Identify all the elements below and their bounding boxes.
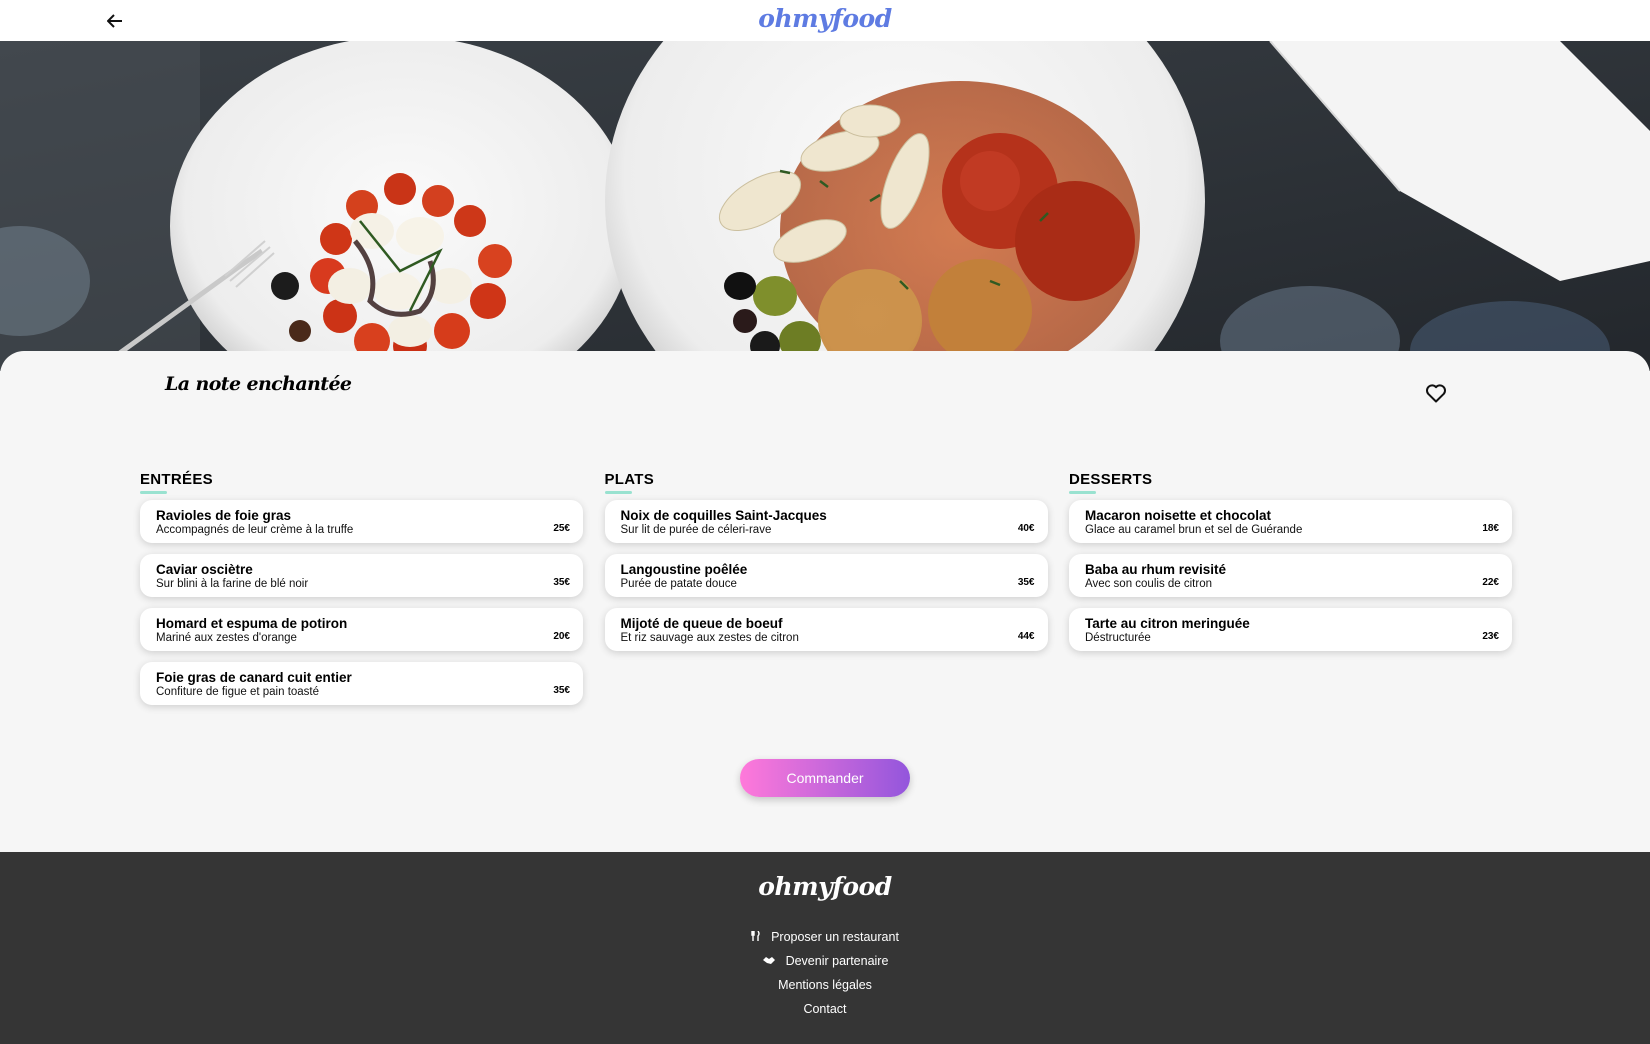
dish-price: 35€ xyxy=(553,685,570,696)
dish-price: 35€ xyxy=(553,577,570,588)
dish-name: Caviar osciètre xyxy=(156,562,253,577)
footer-link-label: Devenir partenaire xyxy=(785,954,889,968)
dish-description: Glace au caramel brun et sel de Guérande xyxy=(1085,524,1303,536)
dish-description: Avec son coulis de citron xyxy=(1085,578,1212,590)
dish-description: Confiture de figue et pain toasté xyxy=(156,686,320,698)
footer-link-label: Mentions légales xyxy=(778,978,872,992)
dish-name: Foie gras de canard cuit entier xyxy=(156,670,352,685)
dish-description: Et riz sauvage aux zestes de citron xyxy=(620,632,799,644)
dish-card[interactable]: Tarte au citron meringuée Déstructurée 2… xyxy=(1069,608,1512,651)
footer-link-contact[interactable]: Contact xyxy=(0,997,1650,1021)
dish-price: 23€ xyxy=(1482,631,1499,642)
dish-name: Baba au rhum revisité xyxy=(1085,562,1227,577)
footer-links: Proposer un restaurant Devenir partenair… xyxy=(0,925,1650,1021)
menu-column-plats: PLATS Noix de coquilles Saint-Jacques Su… xyxy=(604,471,1048,716)
handshake-icon xyxy=(762,955,776,968)
dish-name: Homard et espuma de potiron xyxy=(156,616,348,631)
dish-name: Ravioles de foie gras xyxy=(156,508,292,523)
dish-card[interactable]: Langoustine poêlée Purée de patate douce… xyxy=(604,554,1048,597)
restaurant-menu-section: La note enchantée ENTRÉES Ravioles de fo… xyxy=(0,351,1650,853)
dish-card[interactable]: Baba au rhum revisité Avec son coulis de… xyxy=(1069,554,1512,597)
logo[interactable]: ohmyfood xyxy=(0,4,1650,33)
footer: ohmyfood Proposer un restaurant Devenir … xyxy=(0,852,1650,1044)
dish-name: Noix de coquilles Saint-Jacques xyxy=(620,508,827,523)
utensils-icon xyxy=(751,930,761,944)
dish-card[interactable]: Foie gras de canard cuit entier Confitur… xyxy=(140,662,583,705)
dish-card[interactable]: Noix de coquilles Saint-Jacques Sur lit … xyxy=(604,500,1048,543)
footer-link-legal[interactable]: Mentions légales xyxy=(0,973,1650,997)
dish-name: Langoustine poêlée xyxy=(620,562,748,577)
dish-name: Mijoté de queue de boeuf xyxy=(620,616,783,631)
footer-link-become-partner[interactable]: Devenir partenaire xyxy=(0,949,1650,973)
dish-card[interactable]: Homard et espuma de potiron Mariné aux z… xyxy=(140,608,583,651)
dish-description: Sur lit de purée de céleri-rave xyxy=(620,524,772,536)
dish-description: Déstructurée xyxy=(1085,632,1151,644)
heart-outline-icon xyxy=(1426,384,1446,403)
dish-name: Tarte au citron meringuée xyxy=(1085,616,1250,631)
dish-description: Purée de patate douce xyxy=(620,578,737,590)
dish-description: Accompagnés de leur crème à la truffe xyxy=(156,524,354,536)
dish-description: Sur blini à la farine de blé noir xyxy=(156,578,309,590)
section-title-plats: PLATS xyxy=(604,471,1048,494)
dish-price: 40€ xyxy=(1017,523,1035,534)
section-title-desserts: DESSERTS xyxy=(1069,471,1512,494)
dish-card[interactable]: Ravioles de foie gras Accompagnés de leu… xyxy=(140,500,583,543)
favorite-button[interactable] xyxy=(1424,381,1448,405)
dish-card[interactable]: Caviar osciètre Sur blini à la farine de… xyxy=(140,554,583,597)
dish-card[interactable]: Mijoté de queue de boeuf Et riz sauvage … xyxy=(604,608,1048,651)
restaurant-title: La note enchantée xyxy=(165,373,352,395)
dish-price: 22€ xyxy=(1482,577,1499,588)
dish-price: 44€ xyxy=(1017,631,1035,642)
footer-link-label: Proposer un restaurant xyxy=(771,930,899,944)
footer-link-propose-restaurant[interactable]: Proposer un restaurant xyxy=(0,925,1650,949)
section-title-entrees: ENTRÉES xyxy=(140,471,583,494)
top-header: ohmyfood xyxy=(0,0,1650,41)
menu-columns: ENTRÉES Ravioles de foie gras Accompagné… xyxy=(140,471,1512,716)
dish-card[interactable]: Macaron noisette et chocolat Glace au ca… xyxy=(1069,500,1512,543)
hero-image xyxy=(0,41,1650,371)
dish-price: 20€ xyxy=(553,631,570,642)
dish-name: Macaron noisette et chocolat xyxy=(1085,508,1272,523)
dish-price: 25€ xyxy=(553,523,570,534)
dish-description: Mariné aux zestes d'orange xyxy=(156,632,297,644)
order-button[interactable]: Commander xyxy=(740,759,910,797)
menu-column-desserts: DESSERTS Macaron noisette et chocolat Gl… xyxy=(1069,471,1512,716)
menu-column-entrees: ENTRÉES Ravioles de foie gras Accompagné… xyxy=(140,471,583,716)
footer-link-label: Contact xyxy=(803,1002,847,1016)
dish-price: 18€ xyxy=(1482,523,1499,534)
dish-price: 35€ xyxy=(1017,577,1035,588)
footer-logo[interactable]: ohmyfood xyxy=(0,872,1650,901)
